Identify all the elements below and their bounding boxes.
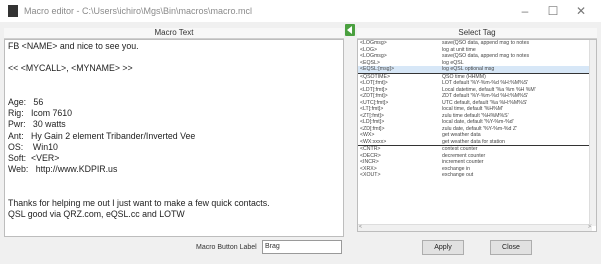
arrow-left-icon: [347, 26, 352, 34]
scroll-right-icon[interactable]: >: [588, 224, 591, 230]
macro-text-line: Rig: Icom 7610: [8, 108, 73, 119]
tag-list[interactable]: <LOGmsg> save(QSO data, append msg to not…: [357, 39, 597, 232]
tag-row[interactable]: <QSOTIME> QSO time (HHMM): [358, 72, 596, 81]
macro-text-line: Ant: Hy Gain 2 element Tribander/Inverte…: [8, 130, 196, 141]
macro-text-area[interactable]: FB <NAME> and nice to see you. << <MYCALL…: [4, 39, 344, 237]
maximize-button[interactable]: ☐: [539, 2, 567, 20]
macro-text-line: << <MYCALL>, <MYNAME> >>: [8, 63, 133, 74]
macro-text-line: Age: 56: [8, 96, 44, 107]
tag-row[interactable]: <XOUT> exchange out: [358, 172, 596, 179]
macro-text-line: [8, 75, 340, 86]
tag-name: <EQSL:[msg]>: [360, 66, 395, 72]
apply-button[interactable]: Apply: [422, 240, 464, 255]
tag-rows: <LOGmsg> save(QSO data, append msg to not…: [358, 40, 596, 179]
macro-text-line: Web: http://www.KDPIR.us: [8, 164, 118, 175]
macro-text-line: QSL good via QRZ.com, eQSL.cc and LOTW: [8, 208, 185, 219]
close-window-button[interactable]: ✕: [567, 2, 595, 20]
tag-name: <XOUT>: [360, 172, 381, 178]
tag-row[interactable]: <CNTR> contest counter: [358, 145, 596, 153]
insert-tag-arrow-button[interactable]: [345, 24, 355, 36]
horizontal-scrollbar[interactable]: < >: [358, 224, 592, 231]
tag-description: get weather data for station: [442, 138, 505, 145]
minimize-button[interactable]: –: [511, 2, 539, 20]
macro-text-line: [8, 175, 340, 186]
app-icon: [8, 5, 18, 17]
tag-row[interactable]: <WX:xxxx> get weather data for station: [358, 139, 596, 146]
macro-text-header: Macro Text: [4, 28, 344, 39]
macro-text-line: OS: Win10: [8, 141, 58, 152]
tag-row[interactable]: <EQSL:[msg]> log eQSL optional msg: [358, 66, 596, 73]
macro-text-line: FB <NAME> and nice to see you.: [8, 41, 139, 51]
macro-button-label-input[interactable]: [262, 240, 342, 254]
tag-description: exchange out: [442, 172, 474, 178]
macro-text-line: Thanks for helping me out I just want to…: [8, 197, 270, 208]
macro-text-line: [8, 186, 340, 197]
tag-name: <WX:xxxx>: [360, 138, 387, 145]
macro-text-line: [8, 86, 340, 97]
macro-button-label-text: Macro Button Label: [196, 244, 257, 251]
tag-description: log eQSL optional msg: [442, 66, 495, 72]
select-tag-header: Select Tag: [357, 28, 597, 39]
close-button[interactable]: Close: [490, 240, 532, 255]
macro-text-line: Soft: <VER>: [8, 152, 60, 163]
macro-text-line: Pwr: 30 watts: [8, 119, 66, 130]
vertical-scrollbar[interactable]: [589, 40, 596, 226]
window-title: Macro editor - C:\Users\ichiro\Mgs\Bin\m…: [24, 6, 253, 16]
window-controls: – ☐ ✕: [511, 2, 595, 20]
macro-text-line: [8, 52, 340, 63]
scroll-left-icon[interactable]: <: [359, 224, 362, 230]
title-bar: Macro editor - C:\Users\ichiro\Mgs\Bin\m…: [0, 0, 601, 22]
